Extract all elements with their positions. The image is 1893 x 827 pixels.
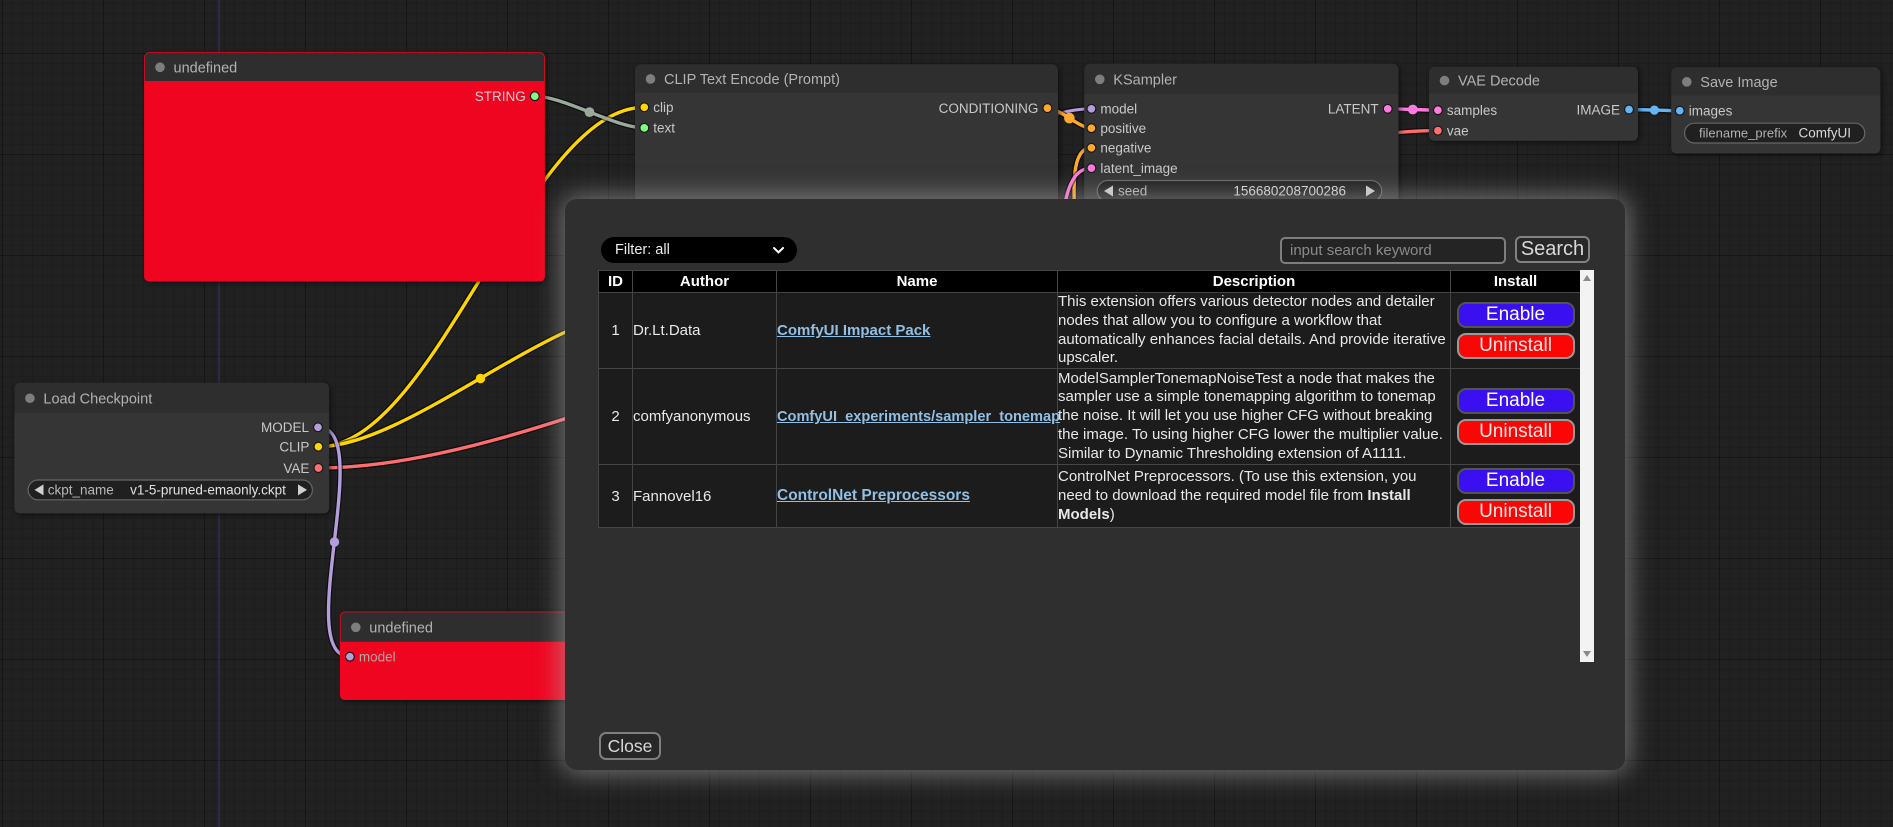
svg-text:filename_prefix: filename_prefix bbox=[1699, 125, 1788, 140]
svg-text:latent_image: latent_image bbox=[1100, 161, 1177, 176]
svg-text:model: model bbox=[1100, 102, 1137, 117]
svg-text:STRING: STRING bbox=[475, 89, 526, 104]
svg-text:Load Checkpoint: Load Checkpoint bbox=[43, 391, 152, 407]
svg-text:text: text bbox=[653, 121, 675, 136]
svg-text:CLIP: CLIP bbox=[279, 440, 309, 455]
svg-text:VAE Decode: VAE Decode bbox=[1458, 74, 1540, 90]
svg-text:LATENT: LATENT bbox=[1328, 102, 1379, 117]
svg-text:images: images bbox=[1689, 104, 1733, 119]
svg-text:Save Image: Save Image bbox=[1700, 75, 1777, 91]
svg-text:VAE: VAE bbox=[283, 461, 309, 476]
svg-text:seed: seed bbox=[1118, 184, 1147, 199]
svg-text:156680208700286: 156680208700286 bbox=[1233, 184, 1346, 199]
svg-text:CONDITIONING: CONDITIONING bbox=[939, 101, 1039, 116]
svg-text:MODEL: MODEL bbox=[261, 420, 310, 435]
svg-text:KSampler: KSampler bbox=[1113, 72, 1177, 88]
svg-text:negative: negative bbox=[1100, 141, 1151, 156]
svg-text:samples: samples bbox=[1447, 103, 1498, 118]
svg-text:v1-5-pruned-emaonly.ckpt: v1-5-pruned-emaonly.ckpt bbox=[130, 483, 286, 498]
svg-text:model: model bbox=[359, 650, 396, 665]
svg-text:clip: clip bbox=[653, 100, 673, 115]
svg-text:undefined: undefined bbox=[174, 60, 238, 76]
svg-text:ComfyUI: ComfyUI bbox=[1798, 125, 1851, 140]
svg-text:positive: positive bbox=[1100, 121, 1146, 136]
svg-text:undefined: undefined bbox=[369, 620, 433, 636]
svg-text:CLIP Text Encode (Prompt): CLIP Text Encode (Prompt) bbox=[664, 72, 840, 88]
svg-text:vae: vae bbox=[1447, 123, 1469, 138]
svg-text:IMAGE: IMAGE bbox=[1576, 102, 1620, 117]
svg-text:ckpt_name: ckpt_name bbox=[48, 483, 114, 498]
